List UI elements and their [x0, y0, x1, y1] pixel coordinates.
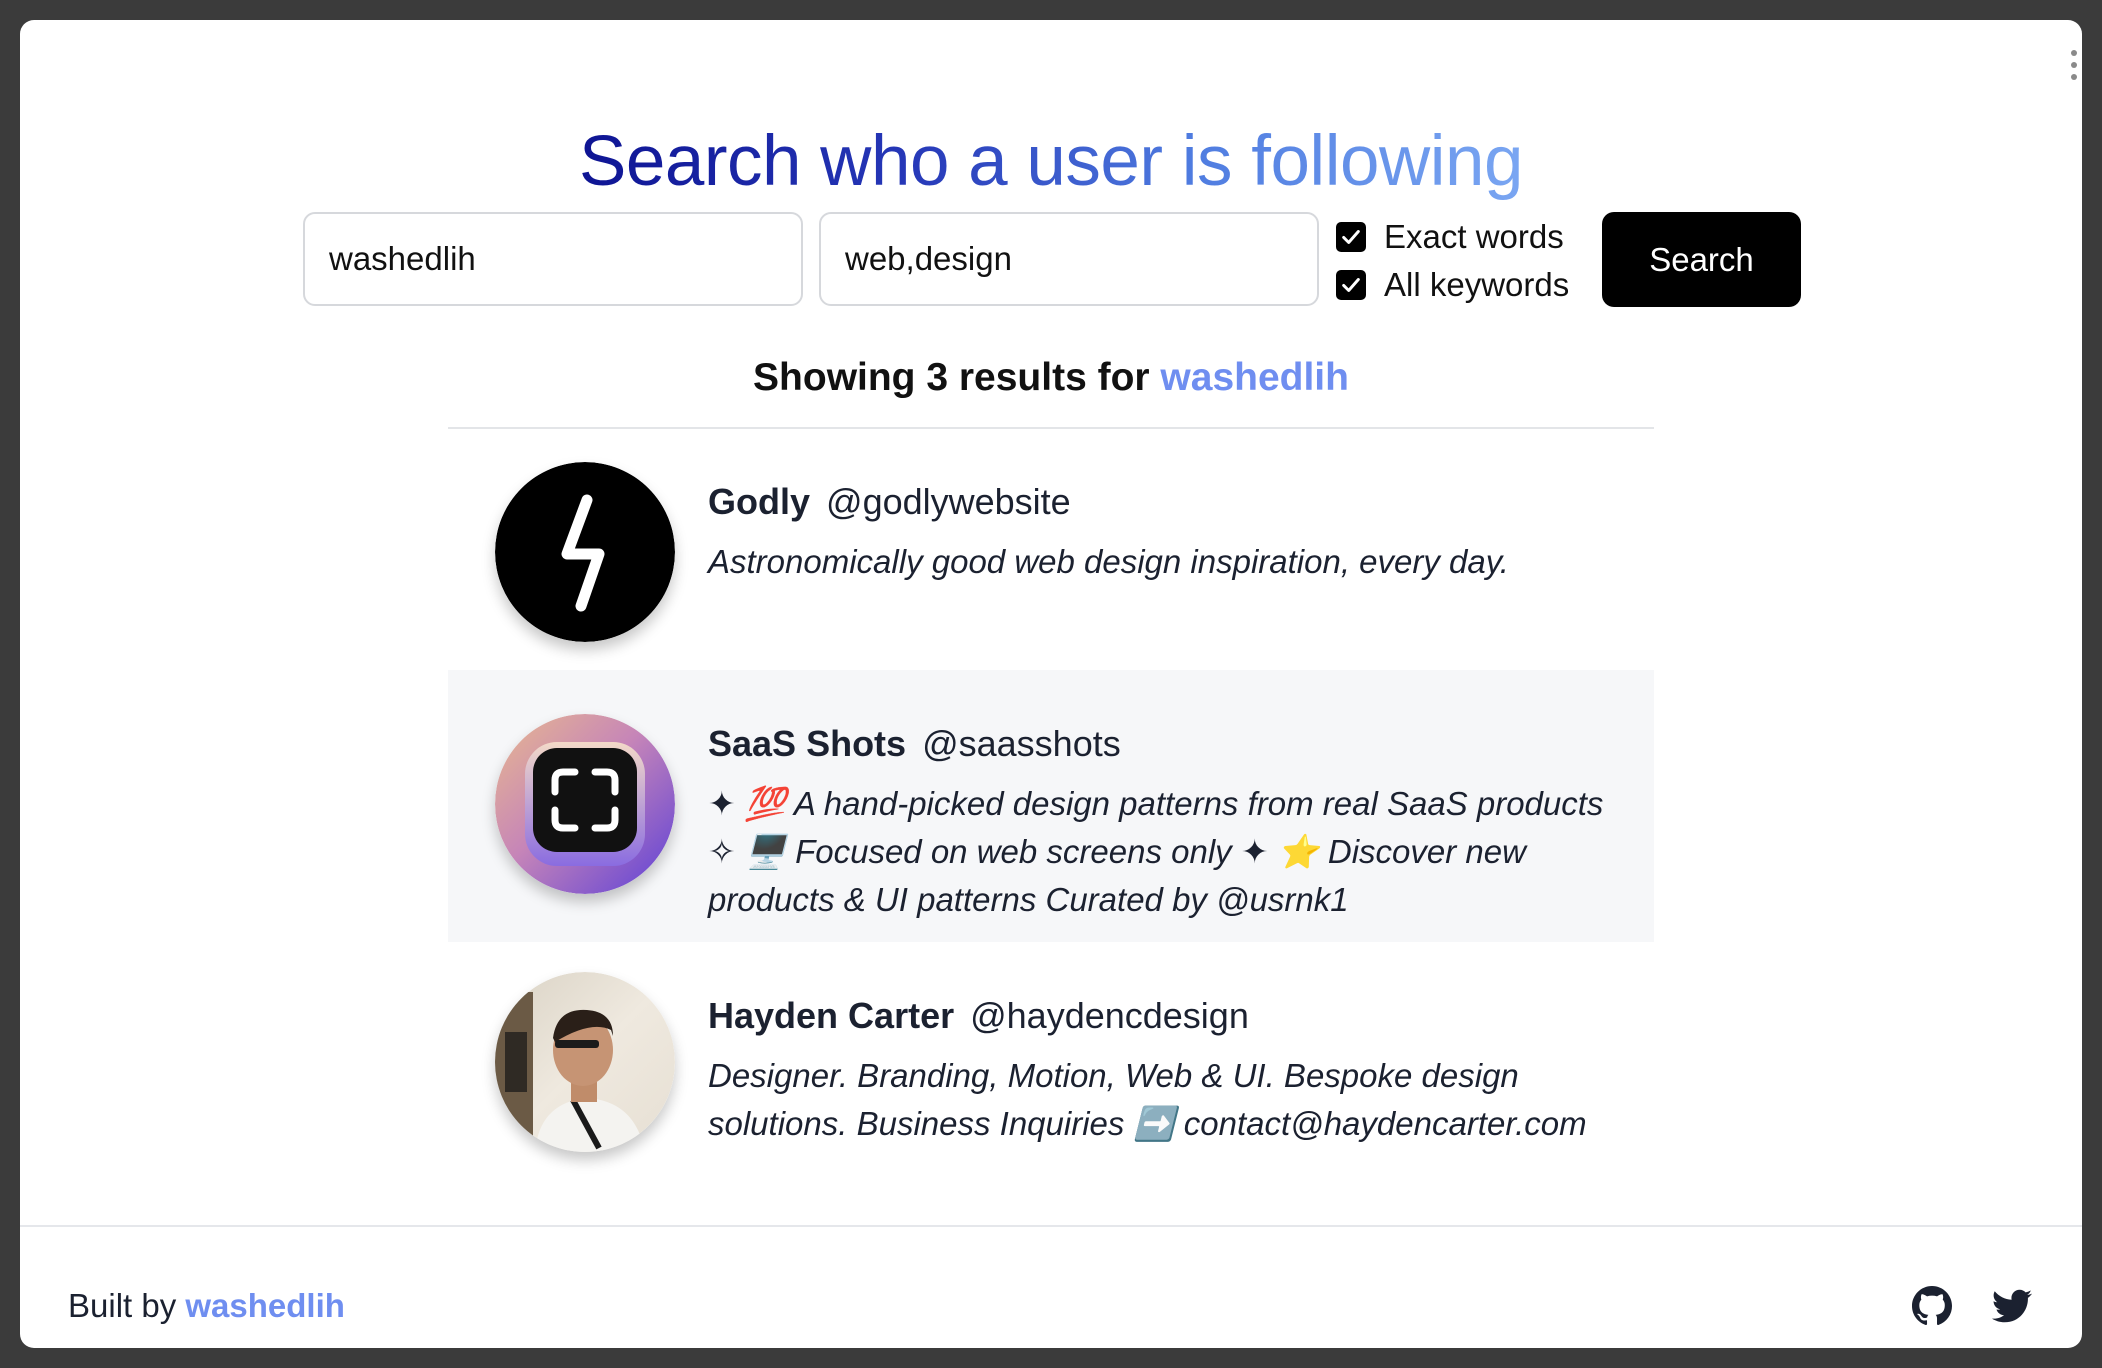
user-result-row[interactable]: SaaS Shots @saasshots ✦ 💯 A hand-picked …	[448, 670, 1654, 942]
user-name-line: Hayden Carter @haydencdesign	[708, 992, 1614, 1040]
search-button[interactable]: Search	[1602, 212, 1801, 307]
screenshot-frame-avatar[interactable]	[495, 714, 675, 894]
user-info: Hayden Carter @haydencdesign Designer. B…	[708, 992, 1614, 1148]
footer-author-link[interactable]: washedlih	[185, 1287, 345, 1324]
all-keywords-checkbox[interactable]	[1336, 270, 1366, 300]
user-display-name[interactable]: Hayden Carter	[708, 995, 954, 1036]
user-info: Godly @godlywebsite Astronomically good …	[708, 478, 1614, 586]
user-result-row[interactable]: Hayden Carter @haydencdesign Designer. B…	[448, 942, 1654, 1192]
user-handle[interactable]: @saasshots	[922, 723, 1121, 764]
results-username-link[interactable]: washedlih	[1160, 356, 1349, 399]
twitter-icon[interactable]	[1992, 1286, 2033, 1326]
checkmark-icon	[1342, 230, 1360, 244]
keywords-input[interactable]	[819, 212, 1319, 306]
results-summary-prefix: Showing 3 results for	[753, 356, 1161, 399]
all-keywords-option[interactable]: All keywords	[1336, 265, 1569, 305]
footer-credit-prefix: Built by	[68, 1287, 186, 1324]
exact-words-option[interactable]: Exact words	[1336, 217, 1564, 257]
user-display-name[interactable]: SaaS Shots	[708, 723, 906, 764]
page-title-text: Search who a user is following	[579, 122, 1524, 201]
window-resize-grip[interactable]	[2070, 50, 2078, 80]
results-summary: Showing 3 results for washedlih	[20, 350, 2082, 406]
results-divider	[448, 427, 1654, 429]
user-handle[interactable]: @haydencdesign	[970, 995, 1249, 1036]
github-icon[interactable]	[1912, 1286, 1952, 1326]
all-keywords-label: All keywords	[1384, 266, 1570, 303]
footer-divider	[20, 1225, 2082, 1227]
username-input[interactable]	[303, 212, 803, 306]
user-display-name[interactable]: Godly	[708, 481, 810, 522]
exact-words-label: Exact words	[1384, 218, 1564, 255]
page-title: Search who a user is following	[20, 112, 2082, 212]
footer-credit: Built by washedlih	[68, 1282, 345, 1330]
lightning-bolt-avatar[interactable]	[495, 462, 675, 642]
user-result-row[interactable]: Godly @godlywebsite Astronomically good …	[448, 448, 1654, 688]
user-bio: ✦ 💯 A hand-picked design patterns from r…	[708, 785, 1604, 918]
user-bio: Designer. Branding, Motion, Web & UI. Be…	[708, 1057, 1587, 1142]
exact-words-checkbox[interactable]	[1336, 222, 1366, 252]
user-name-line: SaaS Shots @saasshots	[708, 720, 1614, 768]
checkmark-icon	[1342, 278, 1360, 292]
user-handle[interactable]: @godlywebsite	[826, 481, 1071, 522]
user-bio: Astronomically good web design inspirati…	[708, 543, 1509, 580]
user-name-line: Godly @godlywebsite	[708, 478, 1614, 526]
app-window: Search who a user is following Exact wor…	[20, 20, 2082, 1348]
person-photo-avatar[interactable]	[495, 972, 675, 1152]
user-info: SaaS Shots @saasshots ✦ 💯 A hand-picked …	[708, 720, 1614, 924]
